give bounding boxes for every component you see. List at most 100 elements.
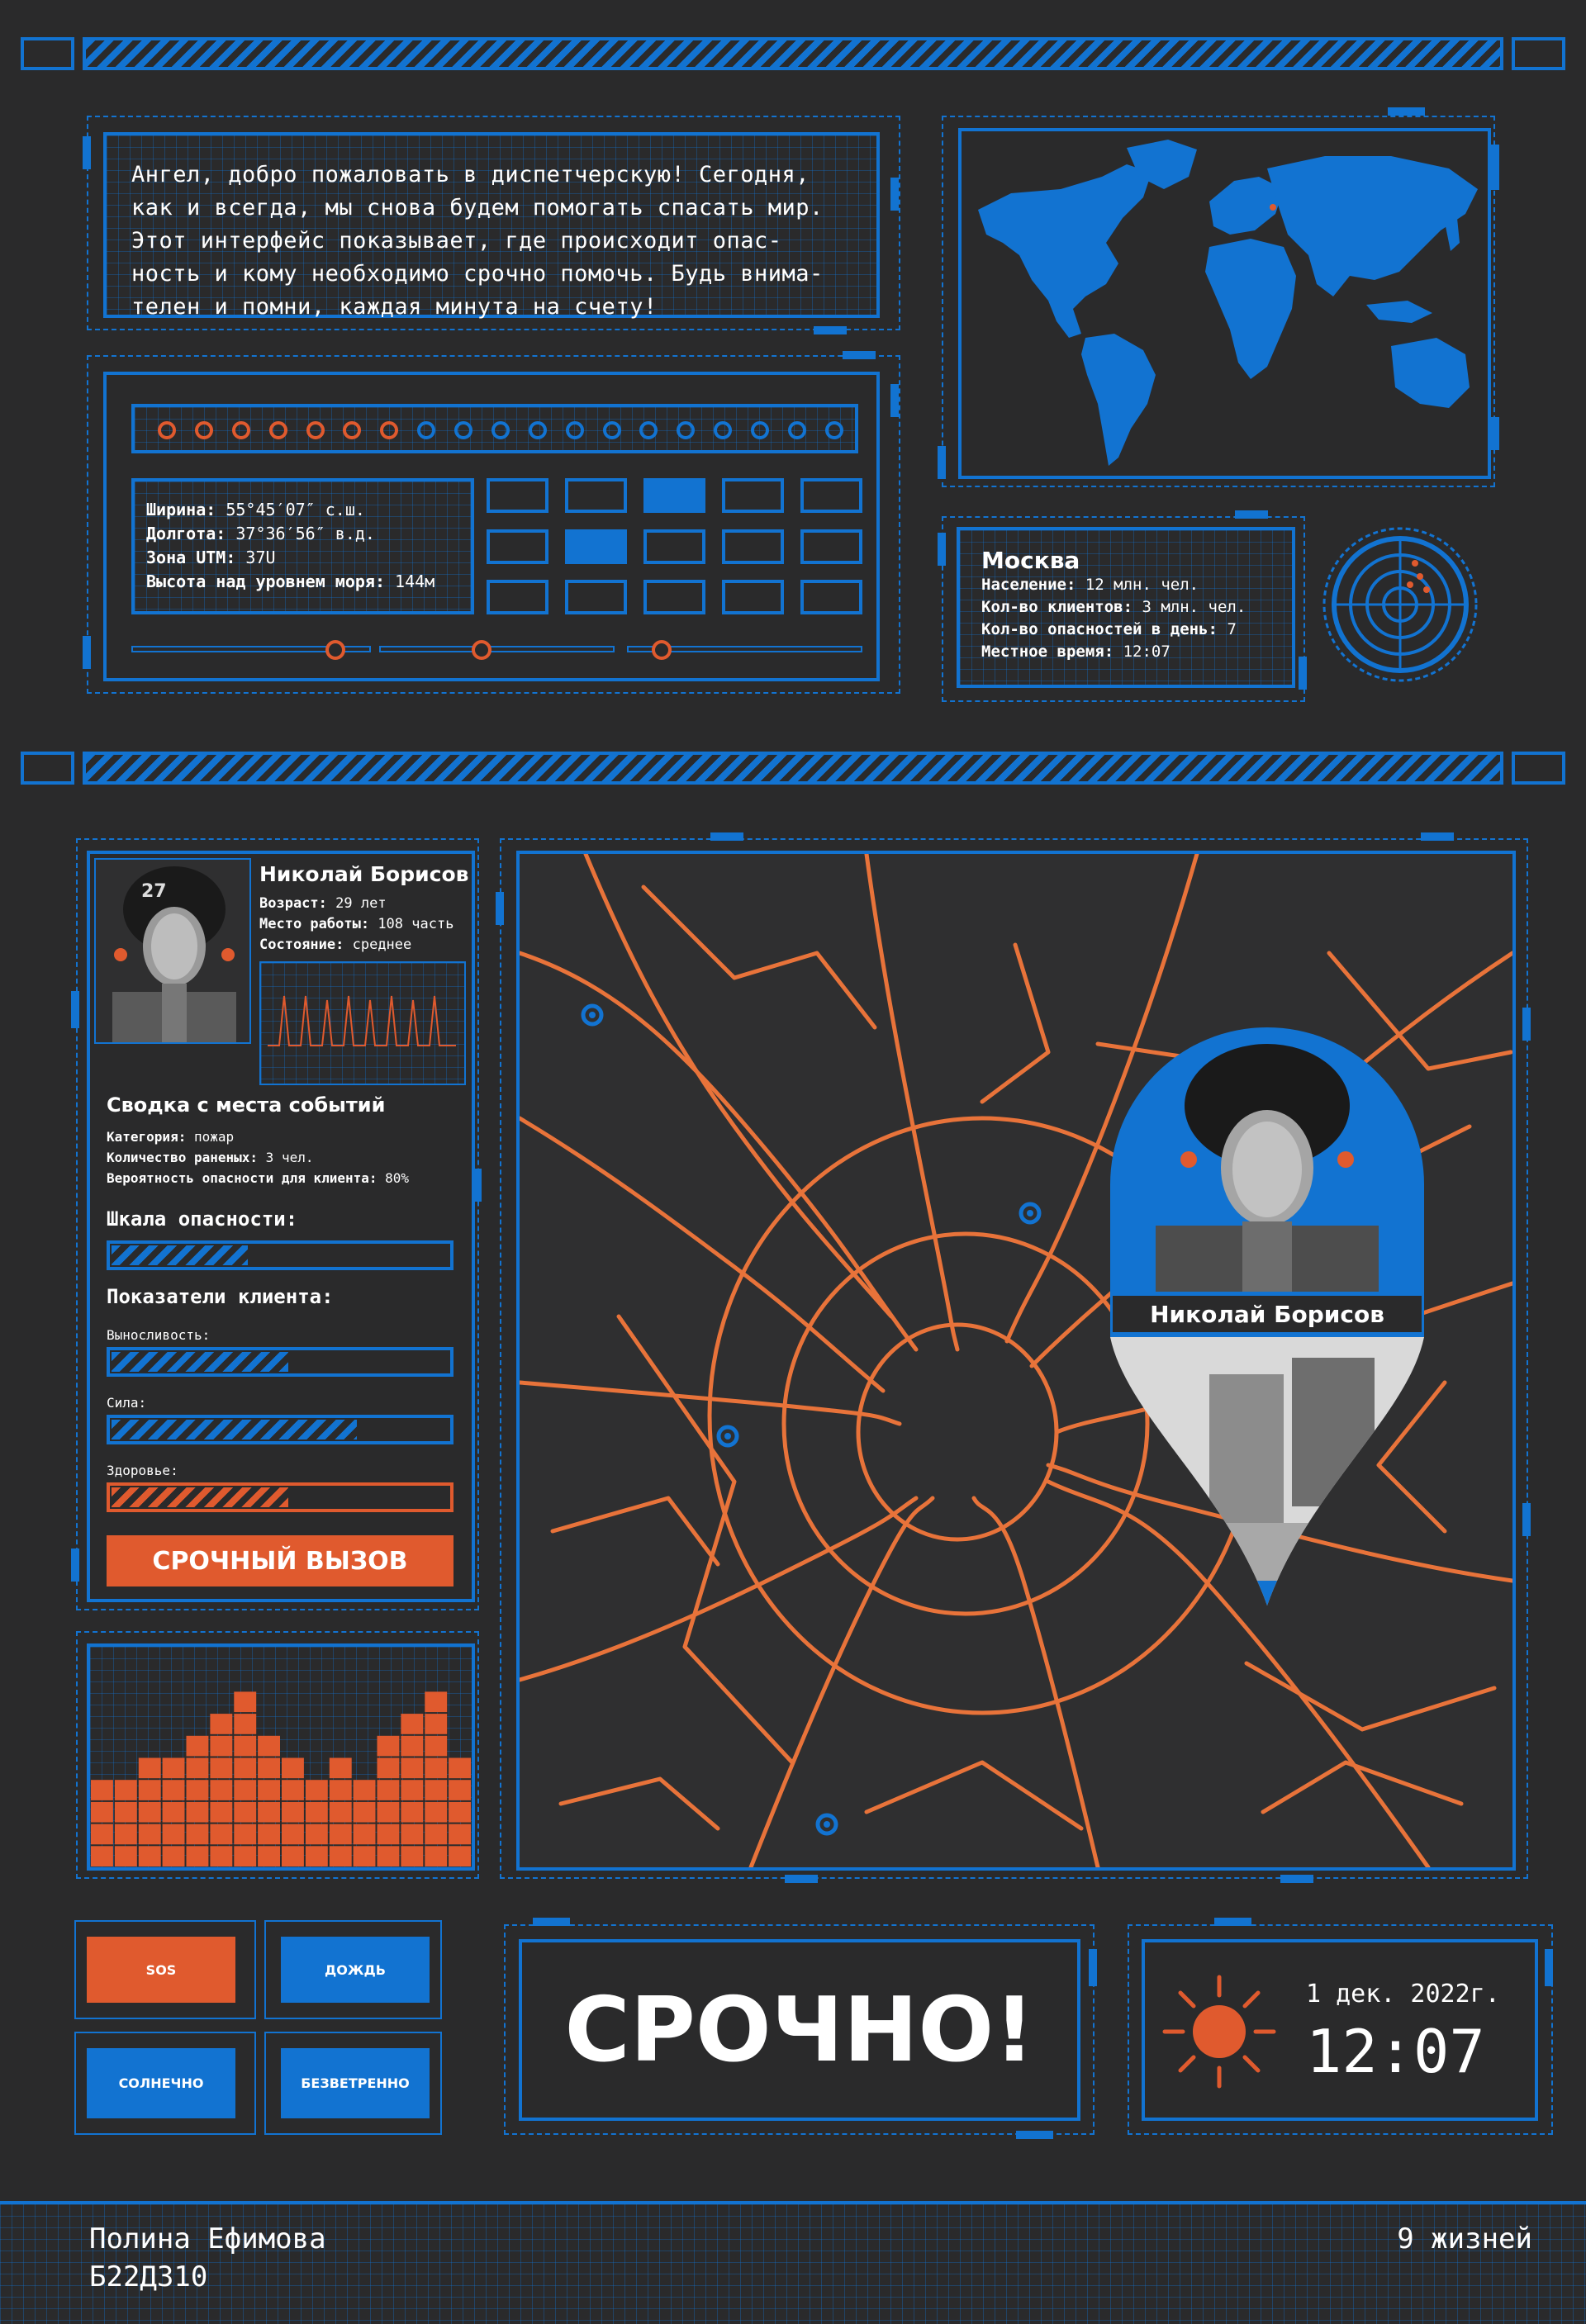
footer-team: 9 жизней: [1397, 2222, 1532, 2255]
time-text: 12:07: [1306, 2017, 1485, 2086]
indicator-dot: [417, 421, 436, 439]
grid-cell[interactable]: [565, 580, 627, 614]
histogram-cell: [210, 1846, 233, 1866]
welcome-line-1: Ангел, добро пожаловать в диспетчерскую!…: [131, 162, 810, 187]
histogram-cell: [258, 1824, 280, 1845]
client-stats-title: Показатели клиента:: [107, 1285, 334, 1308]
stat-endurance-bar: [107, 1347, 453, 1377]
welcome-line-5: телен и помни, каждая минута на счету!: [131, 294, 658, 320]
histogram-cell: [377, 1846, 400, 1866]
continent-africa: [1205, 239, 1296, 379]
profile-state: Состояние: среднее: [259, 937, 412, 953]
histogram-cell: [425, 1757, 448, 1779]
urgent-call-button[interactable]: СРОЧНЫЙ ВЫЗОВ: [107, 1535, 453, 1586]
slider-2[interactable]: [379, 639, 615, 660]
grid-cell[interactable]: [800, 580, 862, 614]
danger-scale-bar: [107, 1240, 453, 1270]
sunny-button[interactable]: СОЛНЕЧНО: [87, 2048, 235, 2118]
frame-tab: [1545, 1949, 1553, 1986]
grid-cell[interactable]: [722, 478, 784, 513]
histogram-cell: [377, 1801, 400, 1823]
coord-utm: Зона UTM: 37U: [146, 548, 276, 567]
map-pin[interactable]: Николай Борисов: [1110, 1027, 1424, 1615]
alert-text: СРОЧНО!: [564, 1978, 1035, 2082]
grid-cell[interactable]: [487, 478, 548, 513]
sos-button[interactable]: SOS: [87, 1937, 235, 2003]
histogram-cell: [186, 1735, 209, 1757]
indicator-dot: [194, 421, 213, 439]
histogram-cell: [234, 1691, 257, 1713]
rain-button[interactable]: ДОЖДЬ: [281, 1937, 430, 2003]
stat-strength-bar: [107, 1415, 453, 1444]
histogram-cell: [186, 1801, 209, 1823]
indicator-dot: [343, 421, 362, 439]
histogram-cell: [305, 1801, 328, 1823]
indicator-dot: [714, 421, 733, 439]
header-bar: [21, 37, 1565, 70]
grid-cell[interactable]: [722, 529, 784, 564]
world-map-panel[interactable]: [958, 128, 1491, 479]
histogram-cell: [425, 1735, 448, 1757]
grid-cell[interactable]: [800, 478, 862, 513]
pin-name-label: Николай Борисов: [1110, 1293, 1424, 1335]
grid-cell[interactable]: [487, 529, 548, 564]
grid-cell[interactable]: [722, 580, 784, 614]
incident-probability: Вероятность опасности для клиента: 80%: [107, 1170, 410, 1186]
histogram-cell: [162, 1757, 185, 1779]
slider-handle[interactable]: [652, 640, 672, 660]
histogram-cell: [186, 1824, 209, 1845]
slider-1[interactable]: [131, 639, 371, 660]
histogram-cell: [234, 1801, 257, 1823]
frame-tab: [890, 178, 899, 211]
footer: Полина Ефимова Б22ДЗ10 9 жизней: [0, 2201, 1586, 2324]
divider-left-block: [21, 752, 74, 785]
histogram-cell: [401, 1780, 424, 1800]
danger-scale-title: Шкала опасности:: [107, 1207, 298, 1231]
windless-button[interactable]: БЕЗВЕТРЕННО: [281, 2048, 430, 2118]
histogram-cell: [186, 1757, 209, 1779]
datetime-panel: 1 дек. 2022г. 12:07: [1142, 1939, 1538, 2121]
indicator-dot: [751, 421, 769, 439]
histogram-cell: [329, 1824, 352, 1845]
city-map-panel[interactable]: Николай Борисов: [516, 851, 1516, 1871]
grid-cell[interactable]: [565, 478, 627, 513]
indicator-dot: [380, 421, 399, 439]
pin-name: Николай Борисов: [1150, 1300, 1384, 1328]
histogram-cell: [449, 1824, 471, 1845]
histogram-cell: [210, 1714, 233, 1734]
grid-cell-active[interactable]: [643, 478, 705, 513]
histogram-cell: [258, 1780, 280, 1800]
indicator-dot: [231, 421, 250, 439]
coord-latitude: Ширина: 55°45′07″ с.ш.: [146, 500, 365, 519]
histogram-cell: [234, 1824, 257, 1845]
slider-handle[interactable]: [325, 640, 345, 660]
grid-cell[interactable]: [487, 580, 548, 614]
histogram-cell: [210, 1780, 233, 1800]
histogram-cell: [91, 1780, 113, 1800]
city-population: Население: 12 млн. чел.: [981, 576, 1199, 594]
city-name: Москва: [981, 547, 1080, 574]
stat-health-fill: [112, 1487, 288, 1507]
histogram-cell: [162, 1824, 185, 1845]
slider-3[interactable]: [627, 639, 862, 660]
profile-panel: 27 Николай Борисов Возраст: 29 лет Место…: [87, 851, 475, 1602]
grid-cell[interactable]: [643, 529, 705, 564]
slider-handle[interactable]: [472, 640, 491, 660]
grid-cell-active[interactable]: [565, 529, 627, 564]
frame-tab: [890, 384, 899, 417]
histogram-cell: [138, 1757, 161, 1779]
profile-age: Возраст: 29 лет: [259, 895, 387, 912]
cell-grid: [487, 478, 862, 614]
frame-tab: [1214, 1918, 1251, 1926]
histogram-cell: [401, 1735, 424, 1757]
histogram-cell: [186, 1780, 209, 1800]
frame-tab: [496, 892, 504, 925]
histogram-cell: [329, 1801, 352, 1823]
header-left-block: [21, 37, 74, 70]
svg-text:27: 27: [141, 881, 167, 902]
grid-cell[interactable]: [800, 529, 862, 564]
histogram-panel: [87, 1643, 475, 1871]
grid-cell[interactable]: [643, 580, 705, 614]
frame-tab: [785, 1875, 818, 1883]
histogram-cell: [353, 1801, 376, 1823]
